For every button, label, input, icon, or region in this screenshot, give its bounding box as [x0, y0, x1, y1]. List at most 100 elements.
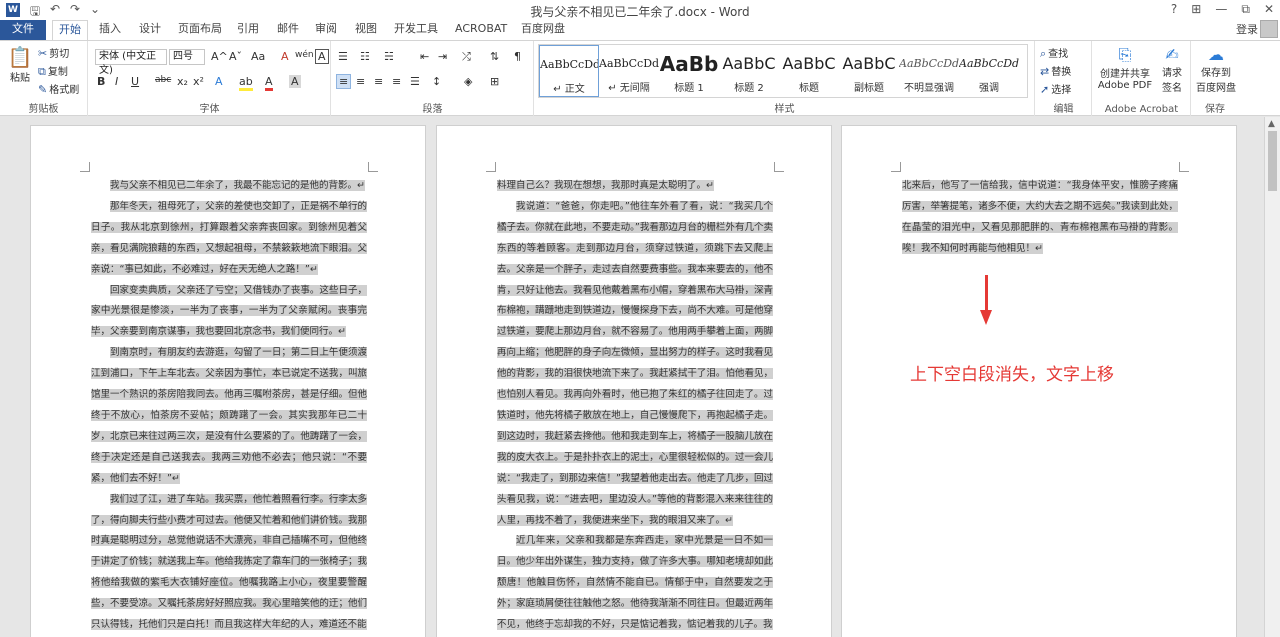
tab-review[interactable]: 审阅	[309, 20, 343, 40]
annotation-arrow	[985, 275, 988, 311]
shrink-font-icon[interactable]: Aˇ	[229, 50, 242, 63]
borders-icon[interactable]: ⊞	[490, 75, 499, 88]
scroll-up-icon[interactable]: ▲	[1268, 119, 1275, 129]
underline-icon[interactable]: U	[131, 75, 139, 88]
tab-references[interactable]: 引用	[231, 20, 265, 40]
shading-icon[interactable]: ◈	[464, 75, 472, 88]
style-heading2[interactable]: AaBbC 标题 2	[719, 45, 779, 97]
acrobat-group-label: Adobe Acrobat	[1104, 104, 1179, 115]
tab-view[interactable]: 视图	[349, 20, 383, 40]
align-right-icon[interactable]: ≡	[374, 75, 383, 88]
style-title[interactable]: AaBbC 标题	[779, 45, 839, 97]
strikethrough-icon[interactable]: abc	[155, 75, 171, 85]
grow-font-icon[interactable]: A^	[211, 50, 228, 63]
tab-acrobat[interactable]: ACROBAT	[449, 20, 513, 40]
numbering-icon[interactable]: ☷	[360, 50, 370, 63]
char-shading-icon[interactable]: A	[289, 75, 301, 88]
page-3-text[interactable]: 北来后，他写了一信给我，信中说道：“我身体平安，惟膀子疼痛厉害，举箸提笔，诸多不…	[902, 176, 1178, 260]
create-share-pdf-button[interactable]: ⎘ 创建并共享 Adobe PDF	[1097, 45, 1153, 91]
align-left-icon[interactable]: ≡	[336, 74, 352, 89]
paragraph: 我与父亲不相见已二年余了，我最不能忘记的是他的背影。↵	[110, 180, 365, 191]
bold-icon[interactable]: B	[97, 75, 105, 88]
word-app-icon[interactable]: W	[6, 3, 20, 17]
save-to-baidu-button[interactable]: ☁ 保存到 百度网盘	[1194, 45, 1238, 94]
text-effects-icon[interactable]: A	[215, 75, 223, 88]
editing-group-label: 编辑	[1053, 104, 1074, 115]
restore-icon[interactable]: ⧉	[1241, 2, 1250, 17]
select-button[interactable]: ➚ 选择	[1040, 81, 1071, 96]
scissors-icon: ✂	[38, 47, 48, 60]
paste-icon: 📋	[7, 45, 33, 69]
style-emphasis[interactable]: AaBbCcDd 强调	[959, 45, 1019, 97]
tab-file[interactable]: 文件	[0, 20, 46, 40]
font-color-icon[interactable]: A	[265, 75, 273, 91]
styles-group-label: 样式	[774, 104, 795, 115]
font-size-combo[interactable]: 四号	[169, 49, 205, 65]
tab-mailings[interactable]: 邮件	[271, 20, 305, 40]
chinese-layout-icon[interactable]: ⤮	[462, 50, 471, 64]
distributed-icon[interactable]: ☰	[410, 75, 420, 88]
scrollbar-thumb[interactable]	[1268, 131, 1277, 191]
paragraph-group: ☰ ☷ ☵ ⇤ ⇥ ⤮ ⇅ ¶ ≡ ≡ ≡ ≡ ☰ ↕ ◈ ⊞ 段落	[332, 41, 534, 116]
find-button[interactable]: ⌕ 查找	[1040, 45, 1068, 61]
phonetic-guide-icon[interactable]: wén	[295, 50, 314, 60]
style-no-spacing[interactable]: AaBbCcDd ↵ 无间隔	[599, 45, 659, 97]
tab-baidu-netdisk[interactable]: 百度网盘	[515, 20, 571, 40]
replace-button[interactable]: ⇄ 替换	[1040, 63, 1071, 78]
style-subtle-emphasis[interactable]: AaBbCcDd 不明显强调	[899, 45, 959, 97]
pdf-share-icon: ⎘	[1118, 45, 1132, 64]
subscript-icon[interactable]: x₂	[177, 75, 188, 88]
increase-indent-icon[interactable]: ⇥	[438, 50, 447, 63]
tab-design[interactable]: 设计	[133, 20, 167, 40]
tab-insert[interactable]: 插入	[93, 20, 127, 40]
page-2-text[interactable]: 料理自己么？我现在想想，我那时真是太聪明了。↵ 我说道：“爸爸，你走吧。”他往车…	[497, 176, 773, 636]
help-icon[interactable]: ?	[1171, 2, 1177, 17]
clipboard-group-label: 剪贴板	[28, 104, 59, 115]
clipboard-group: 📋 粘贴 ✂ 剪切 ⧉ 复制 ✎ 格式刷 剪贴板	[0, 41, 88, 116]
clear-format-icon[interactable]: A	[281, 50, 289, 63]
style-normal[interactable]: AaBbCcDd ↵ 正文	[539, 45, 599, 97]
copy-button[interactable]: ⧉ 复制	[38, 63, 68, 79]
vertical-scrollbar[interactable]: ▲	[1264, 117, 1280, 637]
font-name-combo[interactable]: 宋体 (中文正文)	[95, 49, 167, 76]
format-painter-button[interactable]: ✎ 格式刷	[38, 81, 79, 96]
paragraph: 我说道：“爸爸，你走吧。”他往车外看了看，说：“我买几个橘子去。你就在此地，不要…	[497, 200, 773, 526]
paragraph: 料理自己么？我现在想想，我那时真是太聪明了。↵	[497, 180, 714, 191]
paragraph: 近几年来，父亲和我都是东奔西走，家中光景是一日不如一日。他少年出外谋生，独力支持…	[497, 535, 773, 631]
tab-home[interactable]: 开始	[52, 20, 88, 41]
page-1-text[interactable]: 我与父亲不相见已二年余了，我最不能忘记的是他的背影。↵ 那年冬天，祖母死了，父亲…	[91, 176, 367, 636]
style-heading1[interactable]: AaBb 标题 1	[659, 45, 719, 97]
paragraph: 我们过了江，进了车站。我买票，他忙着照看行李。行李太多了，得向脚夫行些小费才可过…	[91, 493, 367, 631]
show-marks-icon[interactable]: ¶	[514, 50, 521, 63]
close-icon[interactable]: ✕	[1264, 2, 1274, 17]
highlight-icon[interactable]: ab	[239, 75, 253, 91]
paragraph-group-label: 段落	[422, 104, 443, 115]
align-center-icon[interactable]: ≡	[356, 75, 365, 88]
login-link[interactable]: 登录	[1236, 21, 1258, 37]
style-subtitle[interactable]: AaBbC 副标题	[839, 45, 899, 97]
request-signature-button[interactable]: ✍ 请求 签名	[1157, 45, 1187, 94]
paste-button[interactable]: 📋 粘贴	[6, 45, 34, 84]
change-case-icon[interactable]: Aa	[251, 50, 265, 63]
ribbon-display-icon[interactable]: ⊞	[1191, 2, 1201, 17]
annotation-arrow-head	[980, 310, 992, 325]
tab-layout[interactable]: 页面布局	[172, 20, 228, 40]
paragraph: 回家变卖典质，父亲还了亏空；又借钱办了丧事。这些日子，家中光景很是惨淡，一半为了…	[91, 284, 367, 338]
avatar[interactable]	[1260, 20, 1278, 38]
window-controls: ? ⊞ — ⧉ ✕	[1171, 2, 1274, 17]
sort-icon[interactable]: ⇅	[490, 50, 499, 63]
window-title: 我与父亲不相见已二年余了.docx - Word	[530, 5, 750, 19]
copy-icon: ⧉	[38, 65, 46, 78]
font-group-label: 字体	[199, 104, 220, 115]
justify-icon[interactable]: ≡	[392, 75, 401, 88]
superscript-icon[interactable]: x²	[193, 75, 204, 88]
decrease-indent-icon[interactable]: ⇤	[420, 50, 429, 63]
cut-button[interactable]: ✂ 剪切	[38, 45, 69, 60]
tab-developer[interactable]: 开发工具	[388, 20, 444, 40]
multilevel-list-icon[interactable]: ☵	[384, 50, 394, 63]
bullets-icon[interactable]: ☰	[338, 50, 348, 63]
line-spacing-icon[interactable]: ↕	[432, 75, 441, 88]
italic-icon[interactable]: I	[115, 75, 118, 88]
char-border-icon[interactable]: A	[315, 49, 329, 64]
minimize-icon[interactable]: —	[1215, 2, 1227, 17]
